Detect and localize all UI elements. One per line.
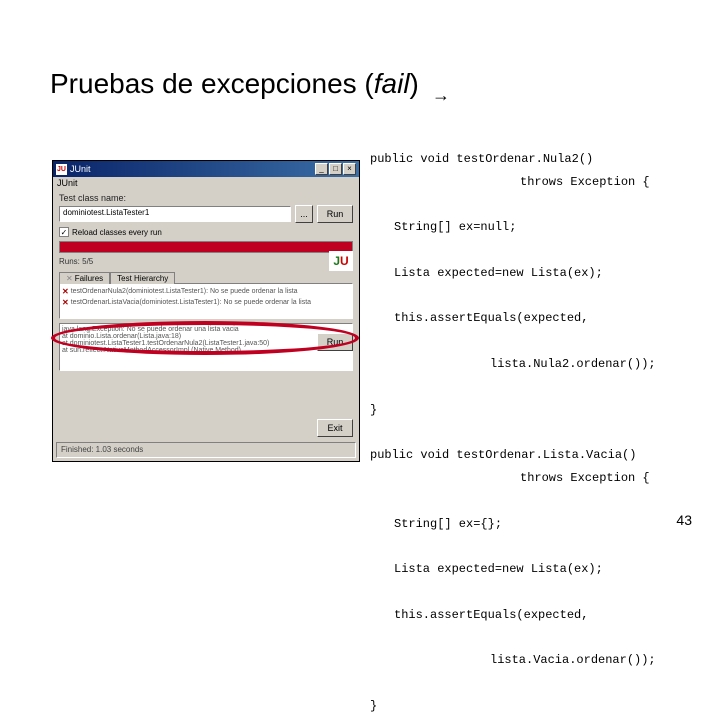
trace-line: java.lang.Exception: No se puede ordenar… <box>62 326 350 333</box>
junit-icon: JU <box>56 164 67 175</box>
code-line: throws Exception { <box>370 171 656 194</box>
menubar[interactable]: JUnit <box>53 177 359 191</box>
minimize-button[interactable]: _ <box>315 163 328 175</box>
reload-checkbox[interactable]: ✓ <box>59 227 69 237</box>
tab-failures[interactable]: ✕Failures <box>59 272 110 284</box>
list-item: ✕testOrdenarNula2(dominiotest.ListaTeste… <box>62 286 350 297</box>
trace-line: at dominiotest.ListaTester1.testOrdenarN… <box>62 340 350 347</box>
title-text-3: ) <box>410 68 419 99</box>
code-line: String[] ex=null; <box>370 216 656 239</box>
code-line: } <box>370 699 377 713</box>
runs-label: Runs: 5/5 <box>59 257 93 266</box>
label-testclass: Test class name: <box>53 191 359 203</box>
code-line: public void testOrdenar.Nula2() <box>370 152 593 166</box>
code-line: this.assertEquals(expected, <box>370 604 656 627</box>
tab-hierarchy[interactable]: Test Hierarchy <box>110 272 175 284</box>
trace-line: at dominio.Lista.ordenar(Lista.java:18) <box>62 333 350 340</box>
code-line: throws Exception { <box>370 467 656 490</box>
status-text: Finished: 1.03 seconds <box>61 445 143 455</box>
code-line: lista.Nula2.ordenar()); <box>370 353 656 376</box>
close-button[interactable]: × <box>343 163 356 175</box>
code-line: this.assertEquals(expected, <box>370 307 656 330</box>
maximize-button[interactable]: □ <box>329 163 342 175</box>
status-bar: Finished: 1.03 seconds <box>56 442 356 458</box>
arrow-icon: → <box>432 85 450 106</box>
list-item: ✕testOrdenarListaVacia(dominiotest.Lista… <box>62 297 350 308</box>
exit-button[interactable]: Exit <box>317 419 353 437</box>
run-button[interactable]: Run <box>317 205 353 223</box>
title-text-fail: fail <box>374 68 410 99</box>
stacktrace-list[interactable]: java.lang.Exception: No se puede ordenar… <box>59 323 353 371</box>
trace-line: at sun.reflect.NativeMethodAccessorImpl.… <box>62 347 350 354</box>
failures-list[interactable]: ✕testOrdenarNula2(dominiotest.ListaTeste… <box>59 283 353 319</box>
classname-input[interactable]: dominiotest.ListaTester1 <box>59 206 291 222</box>
code-snippet: public void testOrdenar.Nula2() throws E… <box>370 125 656 718</box>
title-text-1: Pruebas de excepciones ( <box>50 68 374 99</box>
code-line: lista.Vacia.ordenar()); <box>370 649 656 672</box>
code-line: Lista expected=new Lista(ex); <box>370 262 656 285</box>
code-line: Lista expected=new Lista(ex); <box>370 558 656 581</box>
code-line: String[] ex={}; <box>370 513 656 536</box>
run-button-side[interactable]: Run <box>317 333 353 351</box>
code-line: } <box>370 403 377 417</box>
progress-bar <box>59 241 353 253</box>
page-number: 43 <box>676 512 692 528</box>
junit-window: JU JUnit _ □ × JUnit Test class name: do… <box>52 160 360 462</box>
junit-logo: JU <box>329 251 353 271</box>
code-line: public void testOrdenar.Lista.Vacia() <box>370 448 636 462</box>
slide-title: Pruebas de excepciones (fail) <box>50 68 419 100</box>
window-title: JUnit <box>70 164 91 174</box>
reload-label: Reload classes every run <box>72 228 162 237</box>
titlebar: JU JUnit _ □ × <box>53 161 359 177</box>
browse-button[interactable]: ... <box>295 205 313 223</box>
